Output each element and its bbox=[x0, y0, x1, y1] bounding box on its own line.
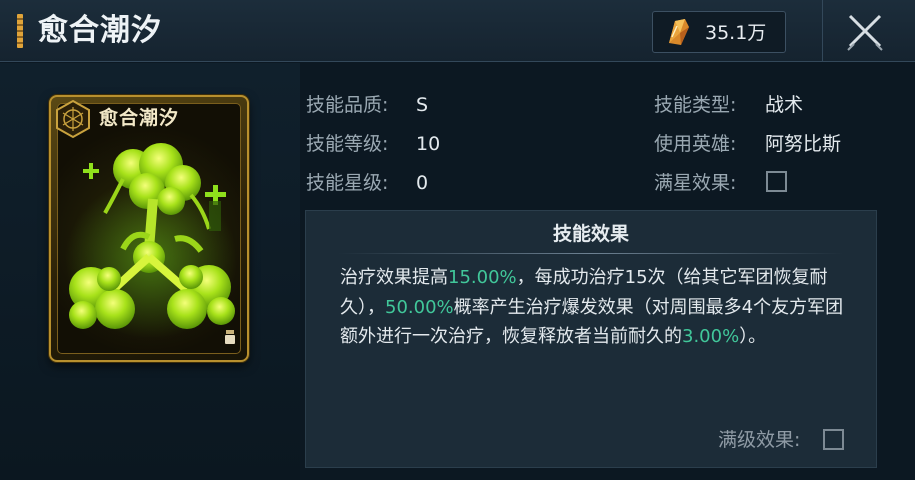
effect-highlight-burst-chance: 50.00% bbox=[385, 296, 454, 318]
header-bar: 愈合潮汐 35.1万 bbox=[0, 0, 915, 62]
star-value: 0 bbox=[416, 172, 429, 194]
effect-highlight-restore-pct: 3.00% bbox=[682, 326, 740, 347]
healing-slime-art bbox=[65, 143, 237, 339]
effect-text-part: ）。 bbox=[739, 326, 767, 347]
effect-text-part: 治疗效果提高 bbox=[340, 267, 448, 288]
quality-label: 技能品质: bbox=[306, 94, 389, 116]
effect-title: 技能效果 bbox=[552, 223, 629, 245]
card-corner-ornament bbox=[225, 330, 235, 344]
type-value: 战术 bbox=[765, 94, 804, 116]
type-label: 技能类型: bbox=[654, 94, 737, 116]
star-label: 技能星级: bbox=[306, 172, 389, 194]
fullstar-checkbox[interactable] bbox=[766, 171, 787, 192]
level-value: 10 bbox=[416, 133, 441, 155]
close-x-icon[interactable] bbox=[840, 6, 890, 56]
crystal-icon bbox=[669, 19, 689, 45]
effect-description: 治疗效果提高15.00%，每成功治疗15次（给其它军团恢复耐久），50.00%概… bbox=[340, 263, 852, 352]
fullstar-label: 满星效果: bbox=[654, 172, 737, 194]
header-accent-bar bbox=[17, 14, 23, 48]
hexagon-emblem-icon bbox=[56, 99, 90, 139]
hero-label: 使用英雄: bbox=[654, 133, 737, 155]
effect-divider bbox=[338, 253, 844, 254]
effect-highlight-heal-bonus: 15.00% bbox=[448, 267, 517, 288]
skill-card: 愈合潮汐 bbox=[49, 95, 249, 362]
card-title: 愈合潮汐 bbox=[99, 107, 180, 129]
currency-value: 35.1万 bbox=[705, 22, 767, 44]
currency-display: 35.1万 bbox=[652, 11, 786, 53]
close-separator bbox=[822, 0, 823, 62]
level-label: 技能等级: bbox=[306, 133, 389, 155]
hero-value: 阿努比斯 bbox=[765, 133, 842, 155]
page-title: 愈合潮汐 bbox=[38, 13, 162, 48]
maxlevel-checkbox[interactable] bbox=[823, 429, 844, 450]
quality-value: S bbox=[416, 94, 429, 116]
maxlevel-label: 满级效果: bbox=[718, 429, 801, 451]
